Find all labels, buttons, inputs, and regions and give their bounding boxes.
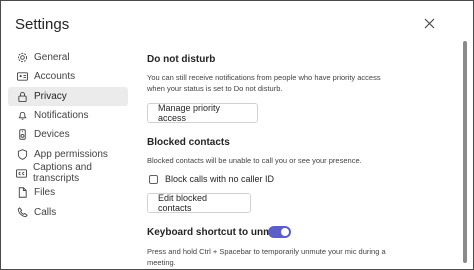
nav-item-label: Privacy <box>34 90 67 102</box>
nav-item-label: Calls <box>34 206 57 218</box>
nav-item-files[interactable]: Files <box>8 183 128 202</box>
blocked-contacts-description: Blocked contacts will be unable to call … <box>147 156 362 165</box>
settings-nav: General Accounts Privacy Notifications D… <box>8 48 128 222</box>
edit-blocked-contacts-button[interactable]: Edit blocked contacts <box>147 193 251 213</box>
nav-item-label: Files <box>34 187 56 199</box>
window-title: Settings <box>15 16 70 33</box>
nav-item-calls[interactable]: Calls <box>8 202 128 221</box>
file-icon <box>16 187 28 199</box>
toggle-knob <box>281 228 289 236</box>
close-icon <box>424 18 434 28</box>
nav-item-label: Devices <box>34 129 70 141</box>
nav-item-label: Notifications <box>34 110 89 122</box>
do-not-disturb-heading: Do not disturb <box>147 54 216 65</box>
blocked-contacts-heading: Blocked contacts <box>147 137 230 148</box>
gear-icon <box>16 52 28 64</box>
nav-item-captions[interactable]: Captions and transcripts <box>8 162 128 185</box>
nav-item-general[interactable]: General <box>8 48 128 67</box>
block-no-caller-id-row[interactable]: Block calls with no caller ID <box>149 174 274 184</box>
scrollbar[interactable] <box>463 41 467 263</box>
lock-icon <box>16 90 28 102</box>
do-not-disturb-description: You can still receive notifications from… <box>147 73 381 93</box>
bell-icon <box>16 110 28 122</box>
nav-item-label: Captions and transcripts <box>33 162 92 185</box>
nav-item-label: General <box>34 52 70 64</box>
phone-icon <box>16 206 28 218</box>
keyboard-shortcut-heading: Keyboard shortcut to unmute <box>147 227 288 238</box>
nav-item-notifications[interactable]: Notifications <box>8 106 128 125</box>
nav-item-app-permissions[interactable]: App permissions <box>8 144 128 163</box>
shield-icon <box>16 148 28 160</box>
nav-item-privacy[interactable]: Privacy <box>8 86 128 106</box>
block-no-caller-id-checkbox[interactable] <box>149 174 158 184</box>
captions-icon <box>16 167 27 179</box>
nav-item-label: App permissions <box>34 148 108 160</box>
speaker-icon <box>16 129 28 141</box>
settings-window: Settings General Accounts Privacy Notifi… <box>0 0 474 270</box>
nav-item-accounts[interactable]: Accounts <box>8 67 128 86</box>
close-button[interactable] <box>421 15 437 31</box>
manage-priority-access-button[interactable]: Manage priority access <box>147 103 258 123</box>
block-no-caller-id-label: Block calls with no caller ID <box>165 174 275 184</box>
keyboard-shortcut-toggle[interactable] <box>268 226 291 238</box>
keyboard-shortcut-description: Press and hold Ctrl + Spacebar to tempor… <box>147 247 386 267</box>
nav-item-devices[interactable]: Devices <box>8 125 128 144</box>
nav-item-label: Accounts <box>34 71 76 83</box>
id-card-icon <box>16 71 28 83</box>
